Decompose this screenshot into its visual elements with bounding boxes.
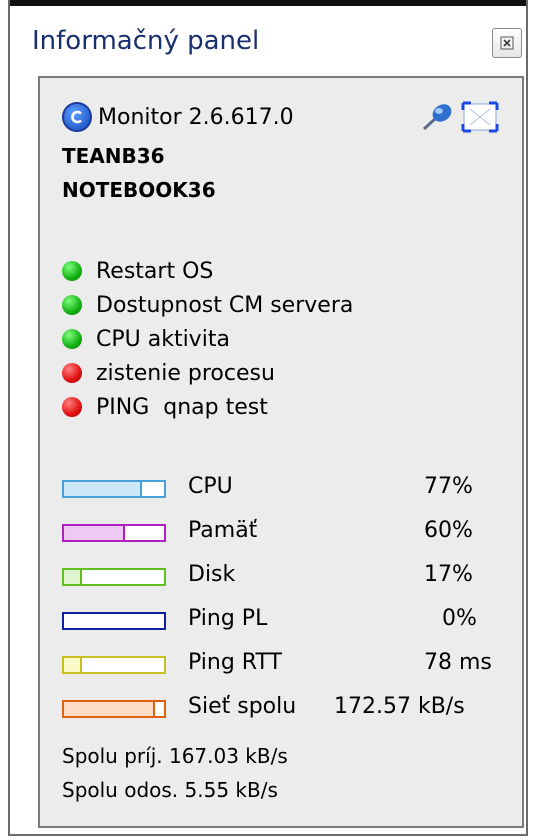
metric-row: Disk 17% xyxy=(62,558,522,602)
metric-list: CPU 77% Pamäť 60% Disk 17% Ping PL 0% Ping RTT 78… xyxy=(62,470,522,734)
summary-sent: Spolu odos. 5.55 kB/s xyxy=(62,778,278,802)
metric-row: Ping RTT 78 ms xyxy=(62,646,522,690)
metric-bar-marker xyxy=(153,702,155,716)
metric-row: Pamäť 60% xyxy=(62,514,522,558)
metric-label: Pamäť xyxy=(188,518,258,543)
metric-value: 60% xyxy=(424,518,473,543)
metric-label: Ping RTT xyxy=(188,650,282,675)
status-item: CPU aktivita xyxy=(62,322,353,356)
metric-bar xyxy=(62,656,166,674)
pin-icon[interactable] xyxy=(420,102,456,132)
metric-value: 172.57 kB/s xyxy=(334,694,465,719)
metric-bar-fill xyxy=(64,526,124,540)
computer-name: NOTEBOOK36 xyxy=(62,178,216,202)
info-panel-window: Informačný panel Monitor 2.6.617.0 TEANB… xyxy=(8,0,528,836)
close-button[interactable] xyxy=(492,28,522,58)
metric-label: Ping PL xyxy=(188,606,268,631)
metric-bar-fill xyxy=(64,482,141,496)
status-label: zistenie procesu xyxy=(96,360,275,386)
metric-bar-marker xyxy=(140,482,142,496)
metric-bar-marker xyxy=(80,570,82,584)
status-red-icon xyxy=(62,363,82,383)
metric-label: CPU xyxy=(188,474,233,499)
expand-icon[interactable] xyxy=(460,100,500,134)
metric-value: 17% xyxy=(424,562,473,587)
metric-value: 0% xyxy=(442,606,477,631)
metric-bar-fill xyxy=(64,658,81,672)
window-top-border xyxy=(10,0,526,6)
window-title: Informačný panel xyxy=(32,26,260,56)
status-label: Dostupnost CM servera xyxy=(96,292,354,318)
status-label: CPU aktivita xyxy=(96,326,230,352)
status-label: Restart OS xyxy=(96,258,214,284)
status-green-icon xyxy=(62,329,82,349)
metric-row: Sieť spolu 172.57 kB/s xyxy=(62,690,522,734)
metric-bar-fill xyxy=(64,570,81,584)
metric-label: Disk xyxy=(188,562,236,587)
status-green-icon xyxy=(62,261,82,281)
metric-bar-marker xyxy=(123,526,125,540)
metric-row: CPU 77% xyxy=(62,470,522,514)
close-icon xyxy=(500,36,514,50)
status-item: Restart OS xyxy=(62,254,353,288)
host-name: TEANB36 xyxy=(62,144,165,168)
status-list: Restart OS Dostupnost CM servera CPU akt… xyxy=(62,254,353,424)
metric-row: Ping PL 0% xyxy=(62,602,522,646)
metric-bar xyxy=(62,612,166,630)
info-panel: Monitor 2.6.617.0 TEANB36 NOTEBOOK36 Res… xyxy=(38,76,524,828)
status-item: PING qnap test xyxy=(62,390,353,424)
app-version: Monitor 2.6.617.0 xyxy=(98,104,294,130)
metric-bar xyxy=(62,524,166,542)
metric-bar xyxy=(62,480,166,498)
status-green-icon xyxy=(62,295,82,315)
metric-bar xyxy=(62,568,166,586)
metric-bar xyxy=(62,700,166,718)
metric-bar-marker xyxy=(80,658,82,672)
app-header: Monitor 2.6.617.0 xyxy=(62,102,294,132)
monitor-logo-icon xyxy=(62,102,92,132)
summary-received: Spolu príj. 167.03 kB/s xyxy=(62,744,288,768)
metric-value: 77% xyxy=(424,474,473,499)
metric-bar-fill xyxy=(64,702,154,716)
metric-label: Sieť spolu xyxy=(188,694,297,719)
status-label: PING qnap test xyxy=(96,394,268,420)
metric-value: 78 ms xyxy=(424,650,492,675)
status-item: Dostupnost CM servera xyxy=(62,288,353,322)
status-red-icon xyxy=(62,397,82,417)
status-item: zistenie procesu xyxy=(62,356,353,390)
